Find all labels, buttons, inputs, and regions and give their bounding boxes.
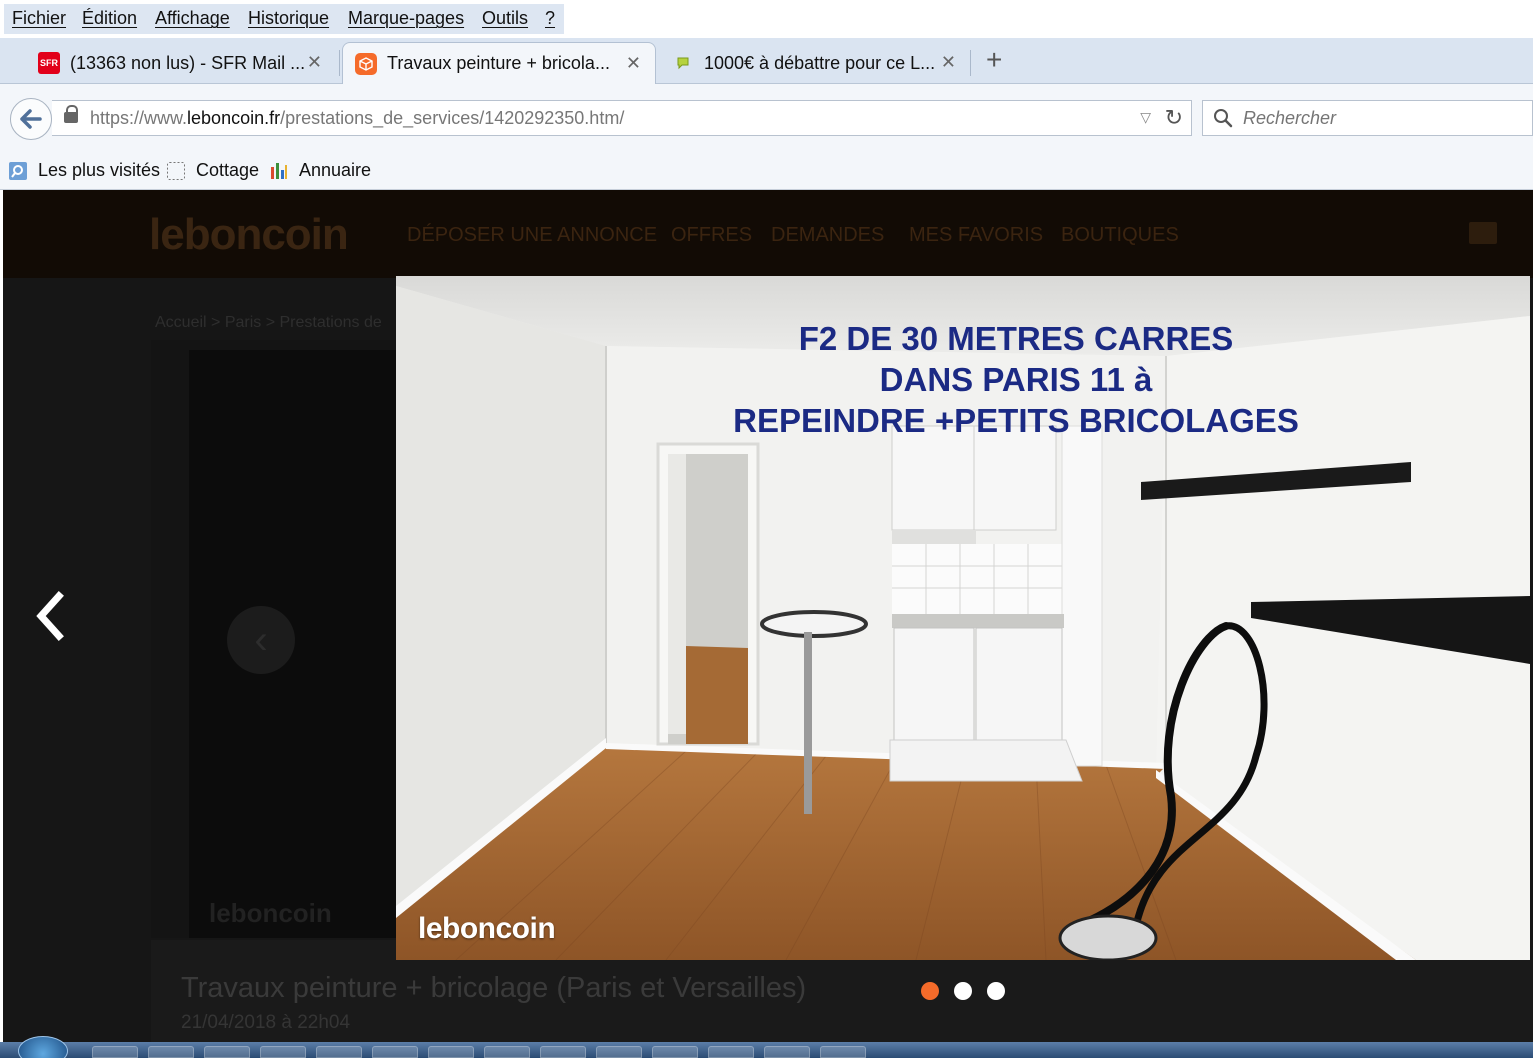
url-dropdown-icon[interactable]: ▽ — [1140, 109, 1151, 126]
taskbar-app-icon[interactable] — [372, 1046, 418, 1058]
nav-boutiques[interactable]: BOUTIQUES — [1061, 224, 1179, 247]
site-header: leboncoin DÉPOSER UNE ANNONCE OFFRES DEM… — [3, 190, 1533, 278]
taskbar-app-icon[interactable] — [316, 1046, 362, 1058]
caption-line: DANS PARIS 11 à — [879, 361, 1153, 398]
slide-dot-3[interactable] — [987, 982, 1005, 1000]
lightbox-photo[interactable]: F2 DE 30 METRES CARRES DANS PARIS 11 à R… — [396, 276, 1530, 960]
most-visited-icon — [9, 161, 27, 180]
lightbox-prev-button[interactable] — [31, 586, 71, 646]
taskbar-app-icon[interactable] — [708, 1046, 754, 1058]
page-content: leboncoin DÉPOSER UNE ANNONCE OFFRES DEM… — [3, 190, 1533, 1042]
taskbar-app-icon[interactable] — [428, 1046, 474, 1058]
lock-icon — [64, 105, 78, 125]
photo-caption: F2 DE 30 METRES CARRES DANS PARIS 11 à R… — [396, 318, 1530, 441]
close-icon[interactable]: ✕ — [626, 53, 641, 74]
ad-main-photo — [189, 350, 401, 938]
site-logo[interactable]: leboncoin — [149, 210, 349, 260]
search-input[interactable] — [1243, 107, 1503, 129]
tab-separator — [970, 50, 971, 76]
bookmark-les-plus-visites[interactable]: Les plus visités — [8, 160, 160, 181]
menu-outils[interactable]: Outils — [482, 8, 528, 29]
taskbar-app-icon[interactable] — [148, 1046, 194, 1058]
ad-title: Travaux peinture + bricolage (Paris et V… — [181, 972, 807, 1004]
menu-affichage[interactable]: Affichage — [155, 8, 230, 29]
ad-date: 21/04/2018 à 22h04 — [181, 1012, 351, 1033]
taskbar-app-icon[interactable] — [92, 1046, 138, 1058]
messages-icon[interactable] — [1469, 222, 1497, 244]
reload-icon[interactable]: ↻ — [1165, 105, 1183, 131]
back-arrow-icon — [20, 109, 42, 129]
taskbar-app-icon[interactable] — [652, 1046, 698, 1058]
caption-line: REPEINDRE +PETITS BRICOLAGES — [733, 402, 1299, 439]
taskbar-app-icon[interactable] — [260, 1046, 306, 1058]
tab-sfr-mail[interactable]: SFR (13363 non lus) - SFR Mail ... ✕ — [30, 42, 336, 84]
leboncoin-watermark: leboncoin — [418, 912, 556, 945]
nav-offres[interactable]: OFFRES — [671, 224, 752, 247]
taskbar-app-icon[interactable] — [540, 1046, 586, 1058]
photo-watermark: leboncoin — [209, 898, 332, 928]
annuaire-icon — [271, 162, 287, 179]
taskbar-app-icon[interactable] — [764, 1046, 810, 1058]
bookmark-label: Cottage — [196, 160, 260, 180]
slide-dot-2[interactable] — [954, 982, 972, 1000]
slide-indicators — [921, 982, 1005, 1000]
caption-line: F2 DE 30 METRES CARRES — [798, 320, 1234, 357]
speech-bubble-icon — [672, 52, 694, 74]
bookmark-annuaire[interactable]: Annuaire — [269, 160, 371, 181]
close-icon[interactable]: ✕ — [941, 52, 956, 73]
back-button[interactable] — [10, 98, 52, 140]
url-text: https://www.leboncoin.fr/prestations_de_… — [90, 107, 625, 128]
tab-label: 1000€ à débattre pour ce L... — [704, 52, 936, 73]
bookmark-label: Les plus visités — [38, 160, 161, 180]
taskbar-app-icon[interactable] — [820, 1046, 866, 1058]
taskbar-app-icon[interactable] — [204, 1046, 250, 1058]
nav-deposer-annonce[interactable]: DÉPOSER UNE ANNONCE — [407, 224, 657, 247]
tab-bar: SFR (13363 non lus) - SFR Mail ... ✕ Tra… — [0, 38, 1533, 84]
menu-bar: Fichier Édition Affichage Historique Mar… — [0, 0, 1533, 38]
menu-fichier[interactable]: Fichier — [12, 8, 66, 29]
leboncoin-icon — [355, 52, 377, 75]
tab-label: (13363 non lus) - SFR Mail ... — [70, 52, 306, 73]
url-bar[interactable]: https://www.leboncoin.fr/prestations_de_… — [52, 100, 1192, 136]
menu-historique[interactable]: Historique — [248, 8, 329, 29]
taskbar-app-icon[interactable] — [484, 1046, 530, 1058]
tab-1000-euros[interactable]: 1000€ à débattre pour ce L... ✕ — [664, 42, 970, 84]
start-button[interactable] — [18, 1036, 68, 1058]
slide-dot-1[interactable] — [921, 982, 939, 1000]
menu-edition[interactable]: Édition — [82, 8, 137, 29]
breadcrumb: Accueil > Paris > Prestations de — [155, 314, 382, 331]
nav-demandes[interactable]: DEMANDES — [771, 224, 884, 247]
navigation-toolbar: https://www.leboncoin.fr/prestations_de_… — [0, 84, 1533, 152]
menu-help[interactable]: ? — [545, 8, 555, 29]
tab-separator — [339, 50, 340, 76]
taskbar-app-icon[interactable] — [596, 1046, 642, 1058]
bookmark-cottage[interactable]: Cottage — [166, 160, 259, 181]
bookmarks-toolbar: Les plus visités Cottage Annuaire — [0, 152, 1533, 190]
sfr-icon: SFR — [38, 52, 60, 74]
search-bar[interactable] — [1202, 100, 1533, 136]
new-tab-button[interactable]: + — [986, 44, 1002, 76]
nav-mes-favoris[interactable]: MES FAVORIS — [909, 224, 1043, 247]
menu-marque-pages[interactable]: Marque-pages — [348, 8, 464, 29]
gallery-prev-icon: ‹ — [227, 606, 295, 674]
folder-dotted-icon — [167, 161, 185, 180]
bookmark-label: Annuaire — [299, 160, 372, 180]
tab-label: Travaux peinture + bricola... — [387, 53, 610, 73]
tab-travaux-peinture[interactable]: Travaux peinture + bricola... ✕ — [342, 42, 656, 84]
search-icon — [1214, 109, 1233, 128]
close-icon[interactable]: ✕ — [307, 52, 322, 73]
